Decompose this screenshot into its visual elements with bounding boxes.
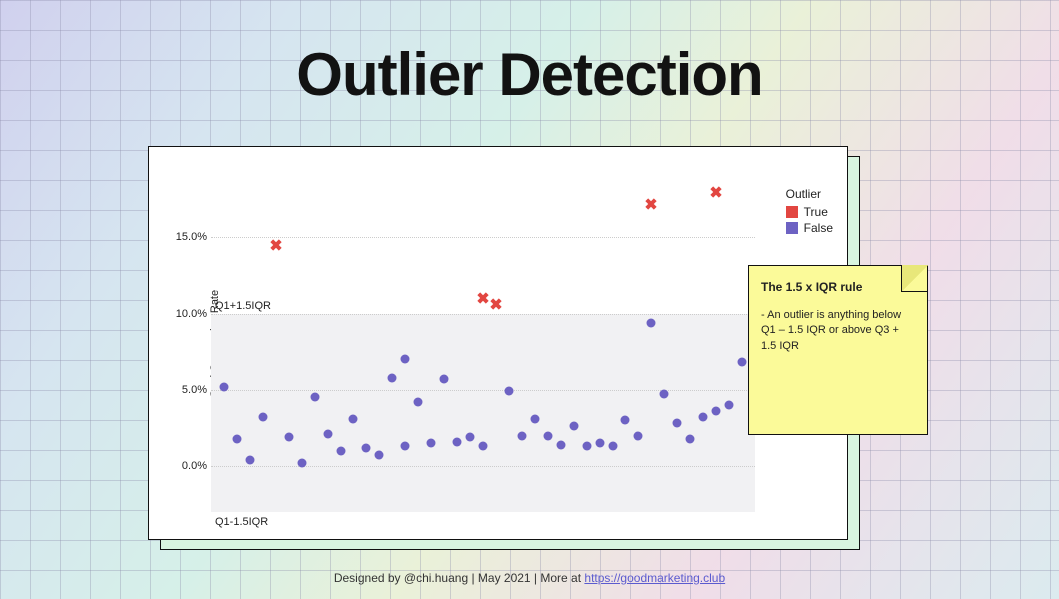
data-point [440, 375, 449, 384]
data-point [530, 414, 539, 423]
data-point [634, 431, 643, 440]
footer: Designed by @chi.huang | May 2021 | More… [0, 571, 1059, 585]
data-point [621, 416, 630, 425]
iqr-upper-label: Q1+1.5IQR [215, 300, 271, 312]
data-point [660, 390, 669, 399]
data-point [582, 442, 591, 451]
footer-text: Designed by @chi.huang | May 2021 | More… [334, 571, 585, 585]
sticky-note: The 1.5 x IQR rule - An outlier is anyth… [748, 265, 928, 435]
outlier-point [477, 292, 489, 304]
data-point [310, 393, 319, 402]
data-point [504, 387, 513, 396]
y-tick: 0.0% [169, 460, 207, 472]
data-point [686, 434, 695, 443]
data-point [232, 434, 241, 443]
footer-link[interactable]: https://goodmarketing.club [584, 571, 725, 585]
data-point [569, 422, 578, 431]
y-tick: 5.0% [169, 384, 207, 396]
data-point [258, 413, 267, 422]
outlier-point [270, 239, 282, 251]
legend-swatch-false [786, 222, 798, 234]
legend-label-true: True [804, 205, 828, 219]
legend-label-false: False [804, 221, 833, 235]
data-point [725, 401, 734, 410]
legend: Outlier True False [786, 187, 833, 235]
data-point [738, 358, 747, 367]
note-body: - An outlier is anything below Q1 – 1.5 … [761, 308, 915, 354]
data-point [349, 414, 358, 423]
legend-swatch-true [786, 206, 798, 218]
legend-item-true: True [786, 205, 833, 219]
legend-item-false: False [786, 221, 833, 235]
chart-card: Goal Conversion Rate Q1+1.5IQRQ1-1.5IQR0… [148, 146, 848, 540]
data-point [466, 433, 475, 442]
data-point [245, 455, 254, 464]
data-point [699, 413, 708, 422]
data-point [427, 439, 436, 448]
data-point [336, 446, 345, 455]
data-point [297, 458, 306, 467]
data-point [479, 442, 488, 451]
data-point [673, 419, 682, 428]
data-point [362, 443, 371, 452]
iqr-band [211, 314, 755, 512]
iqr-lower-label: Q1-1.5IQR [215, 516, 268, 528]
outlier-point [490, 298, 502, 310]
data-point [401, 355, 410, 364]
data-point [517, 431, 526, 440]
data-point [414, 397, 423, 406]
data-point [375, 451, 384, 460]
data-point [556, 440, 565, 449]
outlier-point [710, 186, 722, 198]
data-point [388, 373, 397, 382]
y-tick: 10.0% [169, 308, 207, 320]
data-point [219, 382, 228, 391]
data-point [608, 442, 617, 451]
note-title: The 1.5 x IQR rule [761, 280, 915, 294]
legend-title: Outlier [786, 187, 833, 201]
data-point [595, 439, 604, 448]
data-point [712, 407, 721, 416]
data-point [323, 429, 332, 438]
y-tick: 15.0% [169, 231, 207, 243]
data-point [284, 433, 293, 442]
outlier-point [645, 198, 657, 210]
data-point [401, 442, 410, 451]
scatter-plot: Goal Conversion Rate Q1+1.5IQRQ1-1.5IQR0… [211, 161, 755, 527]
page-title: Outlier Detection [0, 40, 1059, 109]
data-point [543, 431, 552, 440]
data-point [647, 318, 656, 327]
data-point [453, 437, 462, 446]
